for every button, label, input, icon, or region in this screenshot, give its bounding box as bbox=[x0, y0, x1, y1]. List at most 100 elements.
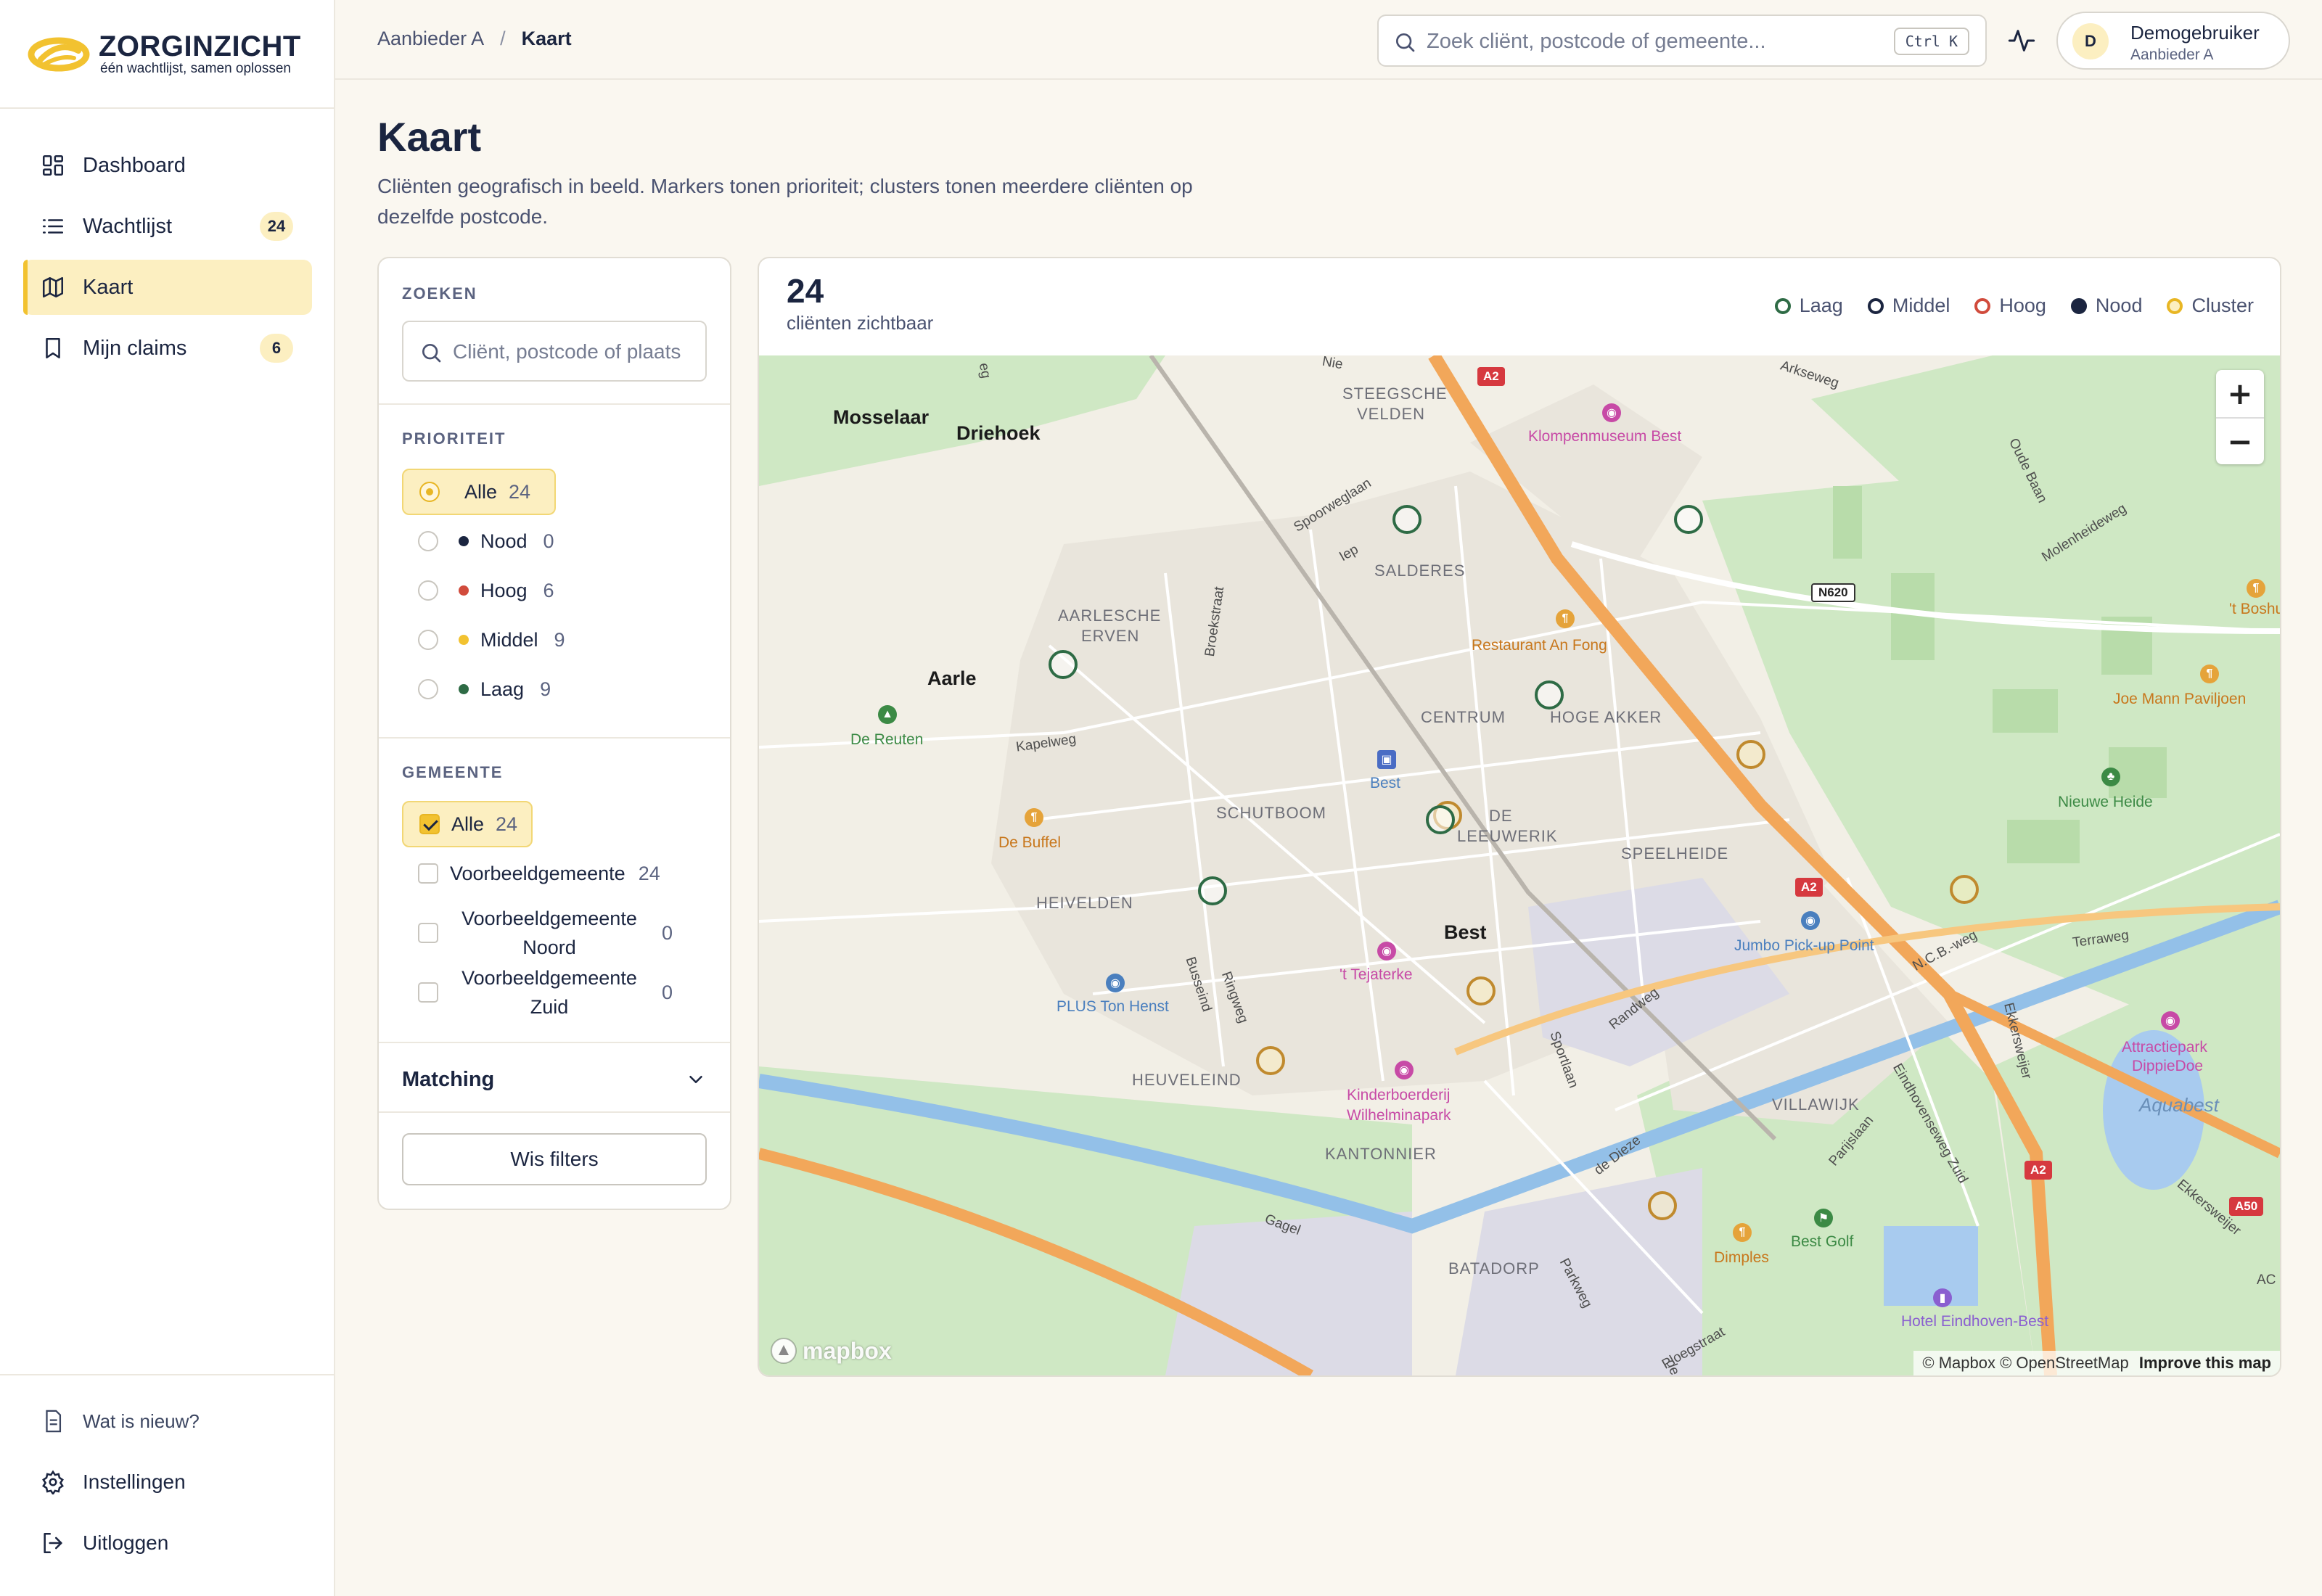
nav-label: Dashboard bbox=[83, 153, 186, 177]
page-title: Kaart bbox=[377, 114, 482, 160]
priority-dot bbox=[459, 684, 469, 694]
dashboard-icon bbox=[42, 155, 64, 176]
client-cluster-marker[interactable] bbox=[1648, 1191, 1677, 1220]
nav-item-wachtlijst[interactable]: Wachtlijst 24 bbox=[23, 199, 312, 254]
checkbox[interactable] bbox=[418, 863, 438, 884]
option-label: Voorbeeldgemeente Zuid bbox=[461, 967, 637, 1018]
avatar: D bbox=[2072, 23, 2109, 59]
radio-button[interactable] bbox=[419, 482, 440, 502]
settings-label: Instellingen bbox=[83, 1470, 186, 1493]
gear-icon bbox=[42, 1470, 64, 1494]
municipality-option-zuid[interactable]: Voorbeeldgemeente Zuid 0 bbox=[402, 956, 707, 1029]
park-pin-icon: ♣ bbox=[2101, 768, 2120, 786]
client-search[interactable] bbox=[402, 321, 707, 382]
settings-link[interactable]: Instellingen bbox=[41, 1470, 186, 1494]
client-marker-laag[interactable] bbox=[1392, 505, 1421, 534]
legend-item-middel: Middel bbox=[1867, 295, 1950, 317]
priority-option-hoog[interactable]: Hoog 6 bbox=[402, 567, 554, 614]
zoom-in-button[interactable]: + bbox=[2216, 370, 2264, 417]
map-label-best: Best bbox=[1444, 921, 1487, 943]
map-label-heivelden: HEIVELDEN bbox=[1036, 894, 1133, 912]
map-label-best-station: Best bbox=[1370, 775, 1401, 791]
zoom-out-button[interactable]: − bbox=[2216, 417, 2264, 464]
clear-filters-button[interactable]: Wis filters bbox=[402, 1133, 707, 1185]
client-cluster-marker[interactable] bbox=[1950, 875, 1979, 904]
search-icon bbox=[1396, 33, 1415, 52]
improve-map-link[interactable]: Improve this map bbox=[2139, 1354, 2271, 1372]
search-shortcut-hint: Ctrl K bbox=[1893, 28, 1969, 55]
client-marker-laag[interactable] bbox=[1535, 680, 1564, 709]
radio-button[interactable] bbox=[418, 580, 438, 601]
priority-option-middel[interactable]: Middel 9 bbox=[402, 617, 565, 663]
client-cluster-marker[interactable] bbox=[1736, 740, 1765, 769]
checkbox[interactable] bbox=[419, 814, 440, 834]
motorway-shield-a2: A2 bbox=[1795, 878, 1823, 897]
nav-label: Mijn claims bbox=[83, 336, 187, 360]
divider bbox=[379, 1042, 730, 1043]
municipality-option-voorbeeldgemeente[interactable]: Voorbeeldgemeente 24 bbox=[402, 850, 660, 897]
nav-item-mijn-claims[interactable]: Mijn claims 6 bbox=[23, 321, 312, 376]
mapbox-wordmark: mapbox bbox=[803, 1337, 892, 1364]
claims-count-badge: 6 bbox=[260, 334, 293, 363]
whats-new-link[interactable]: Wat is nieuw? bbox=[41, 1409, 200, 1433]
checkbox[interactable] bbox=[418, 982, 438, 1003]
option-count: 24 bbox=[496, 813, 518, 835]
option-label: Alle bbox=[451, 813, 485, 835]
mapbox-logo-icon bbox=[771, 1338, 797, 1364]
global-search-input[interactable] bbox=[1427, 26, 1862, 57]
client-cluster-marker[interactable] bbox=[1256, 1046, 1285, 1075]
legend-marker bbox=[2167, 297, 2183, 314]
client-marker-laag[interactable] bbox=[1674, 505, 1703, 534]
municipality-option-alle[interactable]: Alle 24 bbox=[402, 801, 533, 847]
nav-item-kaart[interactable]: Kaart bbox=[23, 260, 312, 315]
motorway-shield-a50: A50 bbox=[2229, 1197, 2264, 1216]
priority-option-laag[interactable]: Laag 9 bbox=[402, 666, 551, 712]
user-menu[interactable]: D Demogebruiker Aanbieder A bbox=[2056, 12, 2290, 70]
map-canvas[interactable]: Mosselaar Driehoek Aarle ▲ De Reuten AAR… bbox=[759, 355, 2280, 1375]
priority-option-alle[interactable]: Alle 24 bbox=[402, 469, 556, 515]
map-label-plus: PLUS Ton Henst bbox=[1057, 998, 1169, 1015]
document-icon bbox=[46, 1410, 62, 1433]
matching-toggle[interactable]: Matching bbox=[402, 1056, 707, 1103]
whats-new-label: Wat is nieuw? bbox=[83, 1410, 200, 1432]
map-label-de: DE bbox=[1489, 807, 1513, 825]
radio-button[interactable] bbox=[418, 630, 438, 650]
client-cluster-marker[interactable] bbox=[1466, 976, 1496, 1005]
shop-pin-icon: ◉ bbox=[1801, 911, 1820, 930]
logout-link[interactable]: Uitloggen bbox=[41, 1531, 168, 1555]
visible-count-label: cliënten zichtbaar bbox=[787, 312, 934, 334]
radio-button[interactable] bbox=[418, 531, 438, 551]
client-search-input[interactable] bbox=[453, 337, 700, 367]
global-search[interactable]: Ctrl K bbox=[1377, 15, 1987, 67]
map-label-boshuys: 't Boshuys bbox=[2229, 601, 2280, 617]
logout-icon bbox=[44, 1532, 62, 1554]
page-subtitle: Cliënten geografisch in beeld. Markers t… bbox=[377, 175, 1193, 228]
client-marker-laag[interactable] bbox=[1198, 876, 1227, 905]
nav-item-dashboard[interactable]: Dashboard bbox=[23, 138, 312, 193]
option-label: Alle bbox=[464, 480, 498, 503]
checkbox[interactable] bbox=[418, 923, 438, 943]
mapbox-logo[interactable]: mapbox bbox=[769, 1336, 892, 1365]
priority-section-title: PRIORITEIT bbox=[402, 429, 506, 448]
map-label-restaurant: Restaurant An Fong bbox=[1472, 637, 1607, 654]
radio-button[interactable] bbox=[418, 679, 438, 699]
option-count: 0 bbox=[662, 921, 673, 944]
divider bbox=[379, 1111, 730, 1113]
search-section-title: ZOEKEN bbox=[402, 284, 477, 303]
legend-marker bbox=[1867, 297, 1884, 314]
visible-count: 24 bbox=[787, 272, 824, 310]
client-marker-laag[interactable] bbox=[1049, 650, 1078, 679]
nav-label: Kaart bbox=[83, 275, 134, 299]
map-label-aquabest: Aquabest bbox=[2139, 1094, 2219, 1116]
map-label-kinderboerderij: Kinderboerderij bbox=[1347, 1087, 1451, 1103]
client-marker-laag[interactable] bbox=[1426, 805, 1455, 834]
breadcrumb-parent[interactable]: Aanbieder A bbox=[377, 28, 484, 50]
attribution-text[interactable]: © Mapbox © OpenStreetMap bbox=[1922, 1354, 2128, 1372]
activity-icon[interactable] bbox=[2007, 26, 2036, 55]
option-count: 9 bbox=[554, 628, 565, 651]
search-icon bbox=[422, 344, 441, 363]
map-base-layer bbox=[759, 355, 2280, 1375]
priority-option-nood[interactable]: Nood 0 bbox=[402, 518, 554, 564]
option-label: Hoog bbox=[480, 579, 528, 601]
map-card: 24 cliënten zichtbaar Laag Middel Hoog N… bbox=[758, 257, 2281, 1377]
